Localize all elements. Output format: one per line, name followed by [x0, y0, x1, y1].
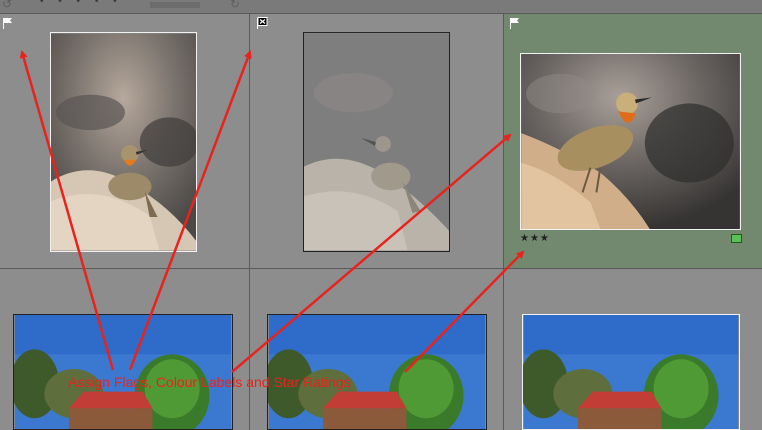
toolbar-dots: • • • • •: [40, 0, 123, 7]
reject-flag-icon[interactable]: [256, 17, 268, 29]
rotate-left-icon[interactable]: ↺: [2, 0, 12, 11]
color-label-green[interactable]: [731, 234, 742, 243]
photo-thumbnail-selected[interactable]: [520, 53, 741, 230]
annotation-text: Assign Flags, Colour Labels and Star Rat…: [68, 374, 351, 390]
photo-thumbnail[interactable]: [267, 314, 487, 430]
grid-divider: [0, 268, 762, 269]
photo-thumbnail[interactable]: [50, 32, 197, 252]
star-rating[interactable]: ★★★: [520, 233, 550, 244]
toolbar-strip: ↺ • • • • • ↻: [0, 0, 762, 14]
photo-thumbnail-rejected[interactable]: [303, 32, 450, 252]
grid-divider: [503, 14, 504, 430]
rotate-right-icon[interactable]: ↻: [230, 0, 240, 11]
grid-divider: [249, 14, 250, 430]
flag-icon[interactable]: [2, 17, 14, 29]
flag-icon[interactable]: [509, 17, 521, 29]
photo-thumbnail[interactable]: [13, 314, 233, 430]
toolbar-slider[interactable]: [150, 2, 200, 8]
photo-thumbnail[interactable]: [522, 314, 740, 430]
